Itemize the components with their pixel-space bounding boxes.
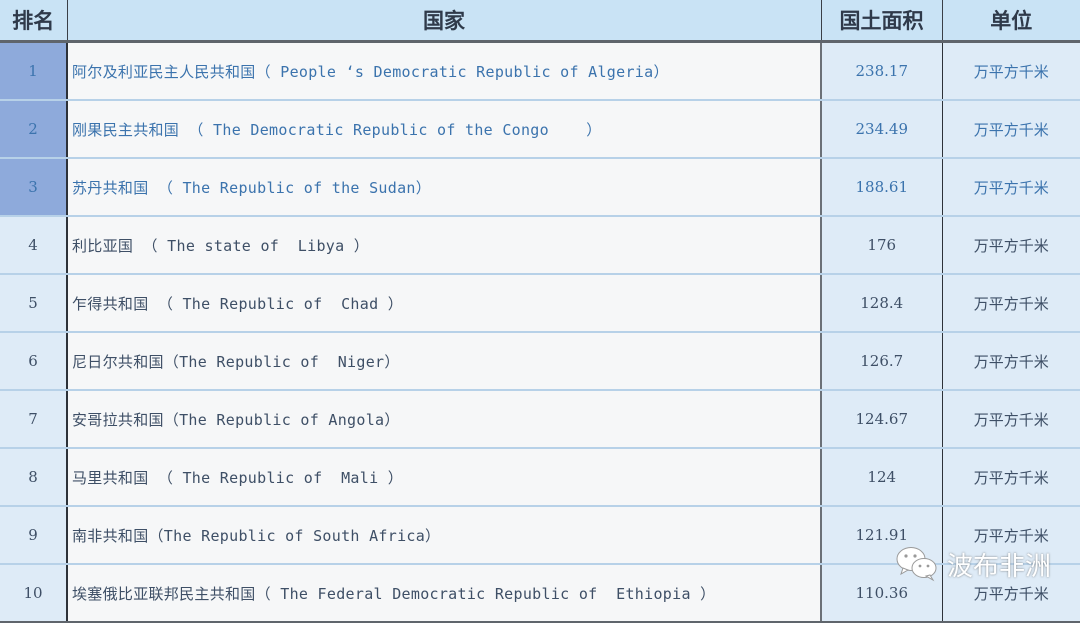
table-row: 6 尼日尔共和国（The Republic of Niger） 126.7 万平方千米 xyxy=(0,332,1080,391)
country-cell: 南非共和国（The Republic of South Africa） xyxy=(67,506,822,565)
table-header: 排名 国家 国土面积 单位 xyxy=(0,0,1080,43)
area-cell: 121.91 xyxy=(821,506,943,565)
rank-cell: 6 xyxy=(0,332,68,391)
area-cell: 238.17 xyxy=(821,41,943,101)
rank-cell: 5 xyxy=(0,274,68,333)
table-row: 4 利比亚国 （ The state of Libya ） 176 万平方千米 xyxy=(0,216,1080,275)
table-body: 1 阿尔及利亚民主人民共和国（ People ‘s Democratic Repu… xyxy=(0,41,1080,623)
rank-cell: 2 xyxy=(0,100,68,159)
unit-cell: 万平方千米 xyxy=(942,100,1080,159)
africa-area-ranking-table: 排名 国家 国土面积 单位 1 阿尔及利亚民主人民共和国（ People ‘s D… xyxy=(0,0,1080,623)
table-row: 3 苏丹共和国 （ The Republic of the Sudan） 188.6… xyxy=(0,158,1080,217)
unit-cell: 万平方千米 xyxy=(942,158,1080,217)
unit-cell: 万平方千米 xyxy=(942,506,1080,565)
unit-cell: 万平方千米 xyxy=(942,216,1080,275)
country-cell: 尼日尔共和国（The Republic of Niger） xyxy=(67,332,822,391)
country-cell: 苏丹共和国 （ The Republic of the Sudan） xyxy=(67,158,822,217)
area-cell: 234.49 xyxy=(821,100,943,159)
unit-cell: 万平方千米 xyxy=(942,564,1080,623)
area-cell: 124.67 xyxy=(821,390,943,449)
rank-cell: 1 xyxy=(0,41,68,101)
area-cell: 188.61 xyxy=(821,158,943,217)
area-cell: 176 xyxy=(821,216,943,275)
unit-cell: 万平方千米 xyxy=(942,274,1080,333)
table-row: 8 马里共和国 （ The Republic of Mali ） 124 万平方千米 xyxy=(0,448,1080,507)
header-country: 国家 xyxy=(67,0,822,43)
rank-cell: 8 xyxy=(0,448,68,507)
country-cell: 安哥拉共和国（The Republic of Angola） xyxy=(67,390,822,449)
unit-cell: 万平方千米 xyxy=(942,41,1080,101)
rank-cell: 4 xyxy=(0,216,68,275)
country-cell: 马里共和国 （ The Republic of Mali ） xyxy=(67,448,822,507)
country-cell: 埃塞俄比亚联邦民主共和国（ The Federal Democratic Rep… xyxy=(67,564,822,623)
area-cell: 124 xyxy=(821,448,943,507)
unit-cell: 万平方千米 xyxy=(942,390,1080,449)
header-area: 国土面积 xyxy=(821,0,943,43)
unit-cell: 万平方千米 xyxy=(942,332,1080,391)
area-cell: 126.7 xyxy=(821,332,943,391)
table-row: 2 刚果民主共和国 （ The Democratic Republic of th… xyxy=(0,100,1080,159)
table-row: 10 埃塞俄比亚联邦民主共和国（ The Federal Democratic R… xyxy=(0,564,1080,623)
area-cell: 110.36 xyxy=(821,564,943,623)
country-cell: 利比亚国 （ The state of Libya ） xyxy=(67,216,822,275)
table-row: 5 乍得共和国 （ The Republic of Chad ） 128.4 万平方千… xyxy=(0,274,1080,333)
rank-cell: 3 xyxy=(0,158,68,217)
rank-cell: 10 xyxy=(0,564,68,623)
header-unit: 单位 xyxy=(942,0,1080,43)
table-row: 7 安哥拉共和国（The Republic of Angola） 124.67 万平方… xyxy=(0,390,1080,449)
area-cell: 128.4 xyxy=(821,274,943,333)
country-cell: 刚果民主共和国 （ The Democratic Republic of the… xyxy=(67,100,822,159)
rank-cell: 7 xyxy=(0,390,68,449)
table-row: 9 南非共和国（The Republic of South Africa） 121.… xyxy=(0,506,1080,565)
header-rank: 排名 xyxy=(0,0,68,43)
unit-cell: 万平方千米 xyxy=(942,448,1080,507)
country-cell: 乍得共和国 （ The Republic of Chad ） xyxy=(67,274,822,333)
table-row: 1 阿尔及利亚民主人民共和国（ People ‘s Democratic Repu… xyxy=(0,41,1080,101)
country-cell: 阿尔及利亚民主人民共和国（ People ‘s Democratic Repub… xyxy=(67,41,822,101)
rank-cell: 9 xyxy=(0,506,68,565)
